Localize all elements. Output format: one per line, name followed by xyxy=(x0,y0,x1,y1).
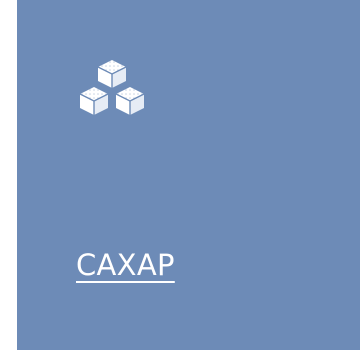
tile-label: САХАР xyxy=(76,248,175,282)
page: САХАР xyxy=(0,0,360,364)
category-tile-sugar[interactable]: САХАР xyxy=(17,0,360,350)
sugar-cubes-icon xyxy=(76,56,154,120)
